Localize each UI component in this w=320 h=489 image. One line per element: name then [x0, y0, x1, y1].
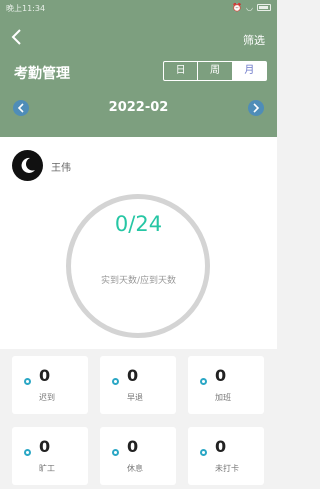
dot-icon — [200, 378, 207, 385]
stat-label: 旷工 — [39, 464, 55, 473]
segment-day[interactable]: 日 — [164, 62, 199, 80]
stat-value: 0 — [39, 366, 51, 385]
attendance-ratio-label: 实到天数/应到天数 — [100, 276, 177, 286]
stat-label: 加班 — [215, 393, 231, 402]
stat-label: 早退 — [127, 393, 143, 402]
stat-label: 休息 — [127, 464, 143, 473]
status-bar: 晚上11:34 ⏰ ◡ — [0, 0, 277, 16]
filter-button[interactable]: 筛选 — [243, 32, 265, 48]
next-month-button[interactable] — [248, 100, 264, 116]
attendance-ratio: 0/24 — [114, 212, 163, 236]
stat-label: 未打卡 — [215, 464, 239, 473]
dot-icon — [112, 449, 119, 456]
back-button[interactable] — [10, 28, 24, 46]
dot-icon — [24, 378, 31, 385]
stat-value: 0 — [127, 366, 139, 385]
stat-card-no-clock-in[interactable]: 0 未打卡 — [188, 427, 264, 485]
segment-month[interactable]: 月 — [232, 62, 266, 80]
stat-value: 0 — [215, 437, 227, 456]
status-time: 晚上11:34 — [6, 4, 46, 13]
stat-label: 迟到 — [39, 393, 55, 402]
avatar — [12, 150, 43, 181]
page-title: 考勤管理 — [14, 66, 70, 82]
period-segmented-control: 日 周 月 — [163, 61, 267, 81]
dot-icon — [24, 449, 31, 456]
user-name: 王伟 — [51, 163, 71, 174]
segment-week[interactable]: 周 — [198, 62, 233, 80]
back-arrow-icon — [11, 29, 21, 45]
current-month: 2022-02 — [108, 100, 169, 115]
chevron-right-icon — [253, 103, 260, 113]
dot-icon — [112, 378, 119, 385]
battery-icon — [257, 4, 271, 11]
stat-card-rest[interactable]: 0 休息 — [100, 427, 176, 485]
dot-icon — [200, 449, 207, 456]
stat-card-late[interactable]: 0 迟到 — [12, 356, 88, 414]
stat-card-absent[interactable]: 0 旷工 — [12, 427, 88, 485]
status-icons: ⏰ ◡ — [232, 3, 271, 12]
stat-value: 0 — [215, 366, 227, 385]
wifi-icon: ◡ — [246, 3, 253, 12]
stat-card-overtime[interactable]: 0 加班 — [188, 356, 264, 414]
stat-value: 0 — [39, 437, 51, 456]
moon-icon — [21, 157, 35, 173]
alarm-icon: ⏰ — [232, 3, 243, 12]
stat-card-early-leave[interactable]: 0 早退 — [100, 356, 176, 414]
stat-value: 0 — [127, 437, 139, 456]
